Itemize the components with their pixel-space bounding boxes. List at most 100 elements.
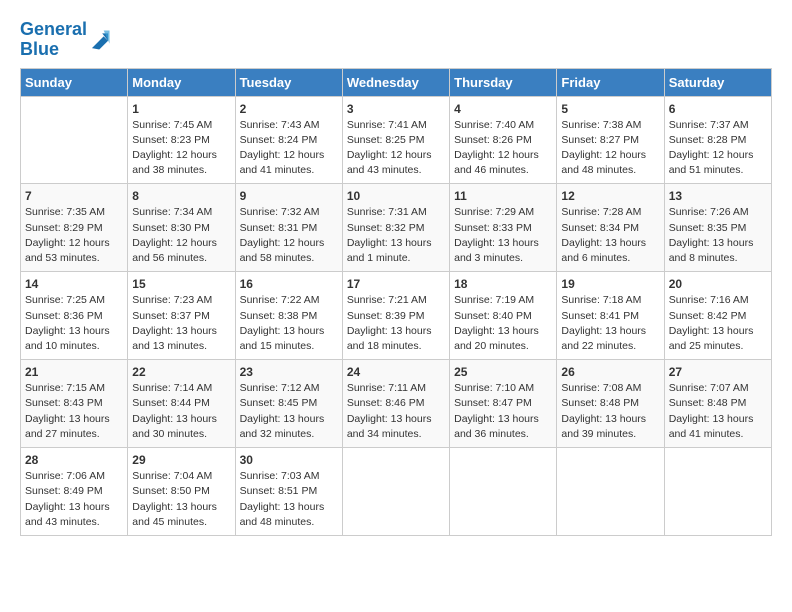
day-info: Sunrise: 7:22 AMSunset: 8:38 PMDaylight:… [240,293,338,354]
logo: GeneralBlue [20,20,111,60]
day-number: 2 [240,102,338,116]
day-number: 28 [25,453,123,467]
day-number: 12 [561,189,659,203]
day-info: Sunrise: 7:10 AMSunset: 8:47 PMDaylight:… [454,381,552,442]
calendar-cell: 22 Sunrise: 7:14 AMSunset: 8:44 PMDayligh… [128,360,235,448]
day-number: 15 [132,277,230,291]
day-info: Sunrise: 7:41 AMSunset: 8:25 PMDaylight:… [347,118,445,179]
day-number: 14 [25,277,123,291]
day-info: Sunrise: 7:45 AMSunset: 8:23 PMDaylight:… [132,118,230,179]
weekday-header-friday: Friday [557,68,664,96]
day-info: Sunrise: 7:15 AMSunset: 8:43 PMDaylight:… [25,381,123,442]
day-info: Sunrise: 7:21 AMSunset: 8:39 PMDaylight:… [347,293,445,354]
calendar-cell: 27 Sunrise: 7:07 AMSunset: 8:48 PMDayligh… [664,360,771,448]
calendar-cell: 3Sunrise: 7:41 AMSunset: 8:25 PMDaylight… [342,96,449,184]
calendar-cell [557,448,664,536]
day-info: Sunrise: 7:07 AMSunset: 8:48 PMDaylight:… [669,381,767,442]
day-info: Sunrise: 7:04 AMSunset: 8:50 PMDaylight:… [132,469,230,530]
calendar-cell: 28 Sunrise: 7:06 AMSunset: 8:49 PMDayligh… [21,448,128,536]
weekday-header-sunday: Sunday [21,68,128,96]
day-number: 8 [132,189,230,203]
calendar-cell: 18 Sunrise: 7:19 AMSunset: 8:40 PMDayligh… [450,272,557,360]
calendar-cell: 11 Sunrise: 7:29 AMSunset: 8:33 PMDayligh… [450,184,557,272]
calendar-cell [664,448,771,536]
calendar-cell: 12 Sunrise: 7:28 AMSunset: 8:34 PMDayligh… [557,184,664,272]
day-info: Sunrise: 7:26 AMSunset: 8:35 PMDaylight:… [669,205,767,266]
calendar-cell [342,448,449,536]
day-number: 4 [454,102,552,116]
calendar-cell: 17 Sunrise: 7:21 AMSunset: 8:39 PMDayligh… [342,272,449,360]
day-number: 11 [454,189,552,203]
calendar-cell: 30 Sunrise: 7:03 AMSunset: 8:51 PMDayligh… [235,448,342,536]
day-info: Sunrise: 7:35 AMSunset: 8:29 PMDaylight:… [25,205,123,266]
calendar-cell [21,96,128,184]
calendar-cell: 10 Sunrise: 7:31 AMSunset: 8:32 PMDayligh… [342,184,449,272]
weekday-header-wednesday: Wednesday [342,68,449,96]
day-info: Sunrise: 7:25 AMSunset: 8:36 PMDaylight:… [25,293,123,354]
calendar-cell: 8 Sunrise: 7:34 AMSunset: 8:30 PMDaylight… [128,184,235,272]
calendar-cell: 7 Sunrise: 7:35 AMSunset: 8:29 PMDaylight… [21,184,128,272]
day-info: Sunrise: 7:18 AMSunset: 8:41 PMDaylight:… [561,293,659,354]
day-number: 21 [25,365,123,379]
day-info: Sunrise: 7:37 AMSunset: 8:28 PMDaylight:… [669,118,767,179]
day-number: 5 [561,102,659,116]
day-number: 22 [132,365,230,379]
day-number: 16 [240,277,338,291]
day-number: 24 [347,365,445,379]
day-number: 1 [132,102,230,116]
day-number: 10 [347,189,445,203]
day-number: 26 [561,365,659,379]
logo-text: GeneralBlue [20,20,87,60]
day-number: 29 [132,453,230,467]
day-info: Sunrise: 7:16 AMSunset: 8:42 PMDaylight:… [669,293,767,354]
calendar-cell: 13 Sunrise: 7:26 AMSunset: 8:35 PMDayligh… [664,184,771,272]
page-header: GeneralBlue [20,20,772,60]
day-info: Sunrise: 7:38 AMSunset: 8:27 PMDaylight:… [561,118,659,179]
weekday-header-saturday: Saturday [664,68,771,96]
day-number: 17 [347,277,445,291]
day-info: Sunrise: 7:19 AMSunset: 8:40 PMDaylight:… [454,293,552,354]
calendar-cell [450,448,557,536]
day-info: Sunrise: 7:29 AMSunset: 8:33 PMDaylight:… [454,205,552,266]
calendar-cell: 20 Sunrise: 7:16 AMSunset: 8:42 PMDayligh… [664,272,771,360]
weekday-header-monday: Monday [128,68,235,96]
calendar-cell: 9 Sunrise: 7:32 AMSunset: 8:31 PMDaylight… [235,184,342,272]
day-number: 27 [669,365,767,379]
calendar-cell: 4Sunrise: 7:40 AMSunset: 8:26 PMDaylight… [450,96,557,184]
day-number: 20 [669,277,767,291]
calendar-cell: 6 Sunrise: 7:37 AMSunset: 8:28 PMDaylight… [664,96,771,184]
day-info: Sunrise: 7:28 AMSunset: 8:34 PMDaylight:… [561,205,659,266]
day-info: Sunrise: 7:06 AMSunset: 8:49 PMDaylight:… [25,469,123,530]
day-info: Sunrise: 7:11 AMSunset: 8:46 PMDaylight:… [347,381,445,442]
day-number: 7 [25,189,123,203]
calendar-cell: 21 Sunrise: 7:15 AMSunset: 8:43 PMDayligh… [21,360,128,448]
calendar-cell: 16 Sunrise: 7:22 AMSunset: 8:38 PMDayligh… [235,272,342,360]
day-number: 6 [669,102,767,116]
day-info: Sunrise: 7:43 AMSunset: 8:24 PMDaylight:… [240,118,338,179]
day-info: Sunrise: 7:34 AMSunset: 8:30 PMDaylight:… [132,205,230,266]
day-number: 25 [454,365,552,379]
calendar-table: SundayMondayTuesdayWednesdayThursdayFrid… [20,68,772,536]
day-info: Sunrise: 7:14 AMSunset: 8:44 PMDaylight:… [132,381,230,442]
weekday-header-thursday: Thursday [450,68,557,96]
day-number: 23 [240,365,338,379]
calendar-cell: 24 Sunrise: 7:11 AMSunset: 8:46 PMDayligh… [342,360,449,448]
day-info: Sunrise: 7:23 AMSunset: 8:37 PMDaylight:… [132,293,230,354]
logo-icon [89,29,111,51]
day-info: Sunrise: 7:03 AMSunset: 8:51 PMDaylight:… [240,469,338,530]
calendar-cell: 19 Sunrise: 7:18 AMSunset: 8:41 PMDayligh… [557,272,664,360]
day-number: 30 [240,453,338,467]
weekday-header-tuesday: Tuesday [235,68,342,96]
day-info: Sunrise: 7:32 AMSunset: 8:31 PMDaylight:… [240,205,338,266]
day-number: 19 [561,277,659,291]
calendar-cell: 23 Sunrise: 7:12 AMSunset: 8:45 PMDayligh… [235,360,342,448]
day-info: Sunrise: 7:31 AMSunset: 8:32 PMDaylight:… [347,205,445,266]
day-number: 18 [454,277,552,291]
day-info: Sunrise: 7:12 AMSunset: 8:45 PMDaylight:… [240,381,338,442]
day-number: 13 [669,189,767,203]
calendar-cell: 29 Sunrise: 7:04 AMSunset: 8:50 PMDayligh… [128,448,235,536]
calendar-cell: 14 Sunrise: 7:25 AMSunset: 8:36 PMDayligh… [21,272,128,360]
day-info: Sunrise: 7:08 AMSunset: 8:48 PMDaylight:… [561,381,659,442]
calendar-cell: 5 Sunrise: 7:38 AMSunset: 8:27 PMDaylight… [557,96,664,184]
day-number: 9 [240,189,338,203]
